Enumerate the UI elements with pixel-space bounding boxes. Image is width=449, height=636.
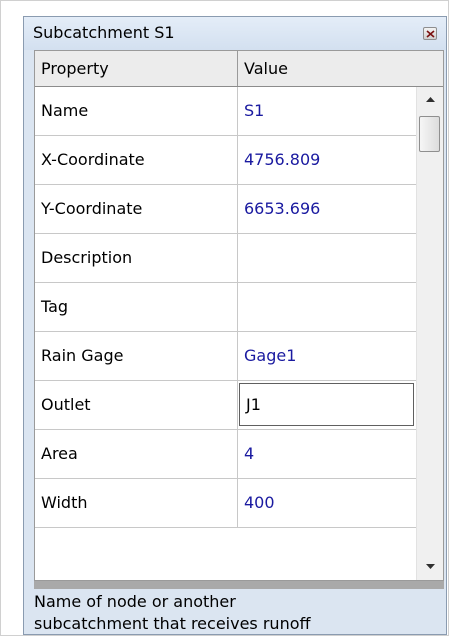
property-label: X-Coordinate xyxy=(35,136,238,184)
grid-header: Property Value xyxy=(35,51,443,87)
grid-row-area[interactable]: Area 4 xyxy=(35,430,416,479)
header-property[interactable]: Property xyxy=(35,51,238,86)
grid-row-width[interactable]: Width 400 xyxy=(35,479,416,528)
arrow-up-icon xyxy=(426,97,435,102)
property-value[interactable]: S1 xyxy=(238,87,416,135)
close-icon xyxy=(426,30,435,38)
outlet-edit-field[interactable]: J1 xyxy=(239,383,414,426)
property-value[interactable]: 6653.696 xyxy=(238,185,416,233)
property-value[interactable]: 4756.809 xyxy=(238,136,416,184)
property-value[interactable]: 400 xyxy=(238,479,416,527)
grid-row-x-coordinate[interactable]: X-Coordinate 4756.809 xyxy=(35,136,416,185)
property-value[interactable]: 4 xyxy=(238,430,416,478)
property-grid: Property Value Name S1 X-Coordinate 4756… xyxy=(34,50,444,581)
panel-title: Subcatchment S1 xyxy=(33,23,175,42)
grid-row-y-coordinate[interactable]: Y-Coordinate 6653.696 xyxy=(35,185,416,234)
property-label: Y-Coordinate xyxy=(35,185,238,233)
description-text: Name of node or another subcatchment tha… xyxy=(34,591,434,635)
arrow-down-icon xyxy=(426,564,435,569)
header-value[interactable]: Value xyxy=(238,51,443,86)
property-label: Description xyxy=(35,234,238,282)
panel-titlebar: Subcatchment S1 xyxy=(24,17,446,50)
property-label: Rain Gage xyxy=(35,332,238,380)
property-label: Tag xyxy=(35,283,238,331)
property-editor-panel: Subcatchment S1 Property Value Name S1 X… xyxy=(23,16,447,635)
property-description: Name of node or another subcatchment tha… xyxy=(34,589,444,635)
grid-row-outlet[interactable]: Outlet J1 xyxy=(35,381,416,430)
grid-row-description[interactable]: Description xyxy=(35,234,416,283)
description-line-1: Name of node or another xyxy=(34,592,236,611)
scroll-up-button[interactable] xyxy=(417,87,443,113)
property-value[interactable]: Gage1 xyxy=(238,332,416,380)
property-label: Name xyxy=(35,87,238,135)
close-button[interactable] xyxy=(423,27,437,40)
property-value[interactable] xyxy=(238,234,416,282)
grid-rows: Name S1 X-Coordinate 4756.809 Y-Coordina… xyxy=(35,87,416,528)
vertical-scrollbar[interactable] xyxy=(416,87,443,580)
property-value[interactable] xyxy=(238,283,416,331)
grid-row-tag[interactable]: Tag xyxy=(35,283,416,332)
splitter-bar[interactable] xyxy=(34,581,444,589)
scroll-thumb[interactable] xyxy=(419,116,440,152)
property-label: Width xyxy=(35,479,238,527)
description-line-2: subcatchment that receives runoff xyxy=(34,614,311,633)
grid-row-rain-gage[interactable]: Rain Gage Gage1 xyxy=(35,332,416,381)
app-frame: Subcatchment S1 Property Value Name S1 X… xyxy=(0,0,449,636)
scroll-down-button[interactable] xyxy=(417,554,443,580)
property-label: Area xyxy=(35,430,238,478)
grid-row-name[interactable]: Name S1 xyxy=(35,87,416,136)
property-label: Outlet xyxy=(35,381,238,429)
